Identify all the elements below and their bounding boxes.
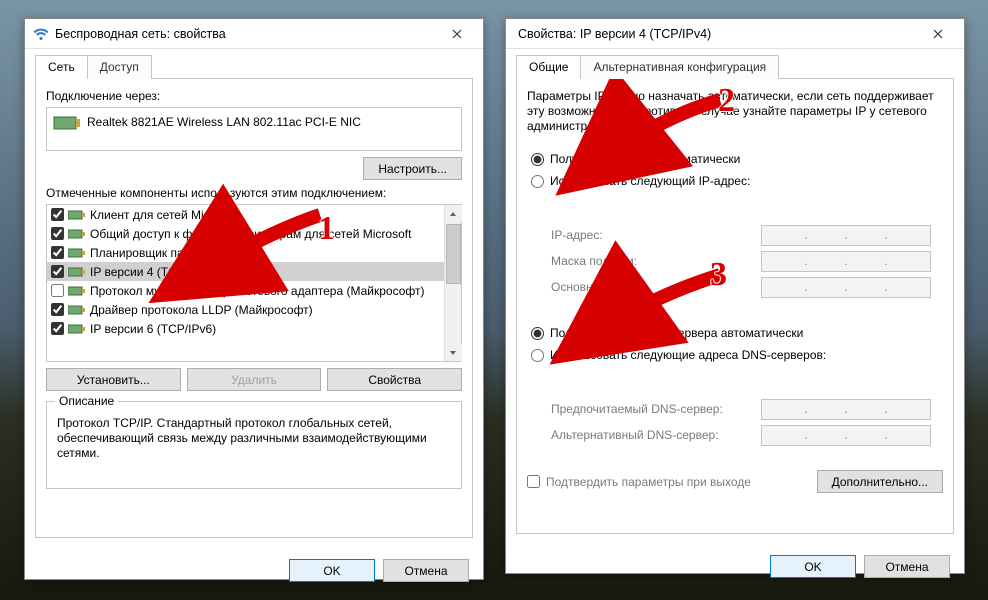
- remove-button[interactable]: Удалить: [187, 368, 322, 391]
- annotation-2: 2: [718, 82, 735, 120]
- radio-dns-auto-label: Получить адрес DNS-сервера автоматически: [550, 326, 803, 340]
- gateway-label: Основной шлюз:: [551, 280, 761, 294]
- window-ipv4-properties: Свойства: IP версии 4 (TCP/IPv4) Общие А…: [505, 18, 965, 574]
- radio-ip-auto[interactable]: [531, 153, 544, 166]
- dns-alt-label: Альтернативный DNS-сервер:: [551, 428, 761, 442]
- dns-pref-label: Предпочитаемый DNS-сервер:: [551, 402, 761, 416]
- nic-icon: [53, 112, 81, 134]
- component-checkbox[interactable]: [51, 303, 64, 316]
- adapter-name: Realtek 8821AE Wireless LAN 802.11ac PCI…: [87, 112, 361, 129]
- list-item[interactable]: Клиент для сетей Microsoft: [47, 205, 444, 224]
- titlebar[interactable]: Свойства: IP версии 4 (TCP/IPv4): [506, 19, 964, 49]
- ip-mode-group: Получить IP-адрес автоматически Использо…: [527, 148, 943, 202]
- dns-pref-input: ...: [761, 399, 931, 420]
- tabs: Сеть Доступ: [25, 49, 483, 79]
- list-item[interactable]: Общий доступ к файлам и принтерам для се…: [47, 224, 444, 243]
- subnet-label: Маска подсети:: [551, 254, 761, 268]
- component-label: Планировщик пакетов QoS: [90, 246, 241, 260]
- protocol-icon: [68, 246, 86, 260]
- scrollbar[interactable]: [444, 205, 461, 361]
- adapter-box[interactable]: Realtek 8821AE Wireless LAN 802.11ac PCI…: [46, 107, 462, 151]
- components-list[interactable]: Клиент для сетей Microsoft Общий доступ к…: [46, 204, 462, 362]
- protocol-icon: [68, 303, 86, 317]
- ip-fields: IP-адрес: ... Маска подсети: ... Основно…: [527, 214, 943, 310]
- component-checkbox[interactable]: [51, 208, 64, 221]
- tab-alt-config[interactable]: Альтернативная конфигурация: [580, 55, 779, 79]
- component-label: IP версии 6 (TCP/IPv6): [90, 322, 216, 336]
- tab-body: Подключение через: Realtek 8821AE Wirele…: [35, 78, 473, 538]
- radio-dns-auto[interactable]: [531, 327, 544, 340]
- scroll-down-icon[interactable]: [445, 344, 462, 361]
- description-text: Протокол TCP/IP. Стандартный протокол гл…: [57, 416, 451, 461]
- cancel-button[interactable]: Отмена: [864, 555, 950, 578]
- radio-dns-manual-label: Использовать следующие адреса DNS-сервер…: [550, 348, 826, 362]
- titlebar[interactable]: Беспроводная сеть: свойства: [25, 19, 483, 49]
- connection-via-label: Подключение через:: [46, 89, 462, 103]
- annotation-3: 3: [710, 256, 727, 294]
- description-caption: Описание: [55, 394, 118, 408]
- component-label: Драйвер протокола LLDP (Майкрософт): [90, 303, 313, 317]
- tab-body: Параметры IP можно назначать автоматичес…: [516, 78, 954, 534]
- close-button[interactable]: [437, 20, 477, 48]
- component-checkbox[interactable]: [51, 246, 64, 259]
- list-item[interactable]: Драйвер протокола LLDP (Майкрософт): [47, 300, 444, 319]
- protocol-icon: [68, 208, 86, 222]
- radio-dns-manual[interactable]: [531, 349, 544, 362]
- info-text: Параметры IP можно назначать автоматичес…: [527, 89, 943, 134]
- component-checkbox[interactable]: [51, 227, 64, 240]
- cancel-button[interactable]: Отмена: [383, 559, 469, 582]
- scroll-thumb[interactable]: [446, 224, 461, 284]
- install-button[interactable]: Установить...: [46, 368, 181, 391]
- components-label: Отмеченные компоненты используются этим …: [46, 186, 462, 200]
- list-item[interactable]: IP версии 4 (TCP/IPv4): [47, 262, 444, 281]
- dns-fields: Предпочитаемый DNS-сервер: ... Альтернат…: [527, 388, 943, 458]
- protocol-icon: [68, 322, 86, 336]
- dns-mode-group: Получить адрес DNS-сервера автоматически…: [527, 322, 943, 376]
- protocol-icon: [68, 227, 86, 241]
- confirm-on-exit-checkbox[interactable]: [527, 475, 540, 488]
- component-label: Общий доступ к файлам и принтерам для се…: [90, 227, 411, 241]
- scroll-up-icon[interactable]: [445, 205, 462, 222]
- properties-button[interactable]: Свойства: [327, 368, 462, 391]
- gateway-input: ...: [761, 277, 931, 298]
- subnet-input: ...: [761, 251, 931, 272]
- dns-alt-input: ...: [761, 425, 931, 446]
- list-item[interactable]: IP версии 6 (TCP/IPv6): [47, 319, 444, 338]
- close-button[interactable]: [918, 20, 958, 48]
- component-checkbox[interactable]: [51, 284, 64, 297]
- component-label: Протокол мультиплексора сетевого адаптер…: [90, 284, 424, 298]
- tab-general[interactable]: Общие: [516, 55, 581, 79]
- tab-network[interactable]: Сеть: [35, 55, 88, 79]
- ok-button[interactable]: OK: [770, 555, 856, 578]
- tabs: Общие Альтернативная конфигурация: [506, 49, 964, 79]
- annotation-1: 1: [318, 210, 335, 248]
- description-group: Описание Протокол TCP/IP. Стандартный пр…: [46, 401, 462, 489]
- dialog-buttons: OK Отмена: [506, 545, 964, 592]
- protocol-icon: [68, 265, 86, 279]
- wifi-icon: [33, 26, 49, 42]
- tab-access[interactable]: Доступ: [87, 55, 152, 79]
- ip-address-label: IP-адрес:: [551, 228, 761, 242]
- ok-button[interactable]: OK: [289, 559, 375, 582]
- radio-ip-manual-label: Использовать следующий IP-адрес:: [550, 174, 750, 188]
- component-label: IP версии 4 (TCP/IPv4): [90, 265, 216, 279]
- component-label: Клиент для сетей Microsoft: [90, 208, 240, 222]
- list-item[interactable]: Планировщик пакетов QoS: [47, 243, 444, 262]
- list-item[interactable]: Протокол мультиплексора сетевого адаптер…: [47, 281, 444, 300]
- radio-ip-manual[interactable]: [531, 175, 544, 188]
- window-title: Свойства: IP версии 4 (TCP/IPv4): [514, 27, 918, 41]
- component-checkbox[interactable]: [51, 322, 64, 335]
- dialog-buttons: OK Отмена: [25, 549, 483, 596]
- ip-address-input: ...: [761, 225, 931, 246]
- window-network-properties: Беспроводная сеть: свойства Сеть Доступ …: [24, 18, 484, 580]
- window-title: Беспроводная сеть: свойства: [55, 27, 437, 41]
- radio-ip-auto-label: Получить IP-адрес автоматически: [550, 152, 740, 166]
- advanced-button[interactable]: Дополнительно...: [817, 470, 943, 493]
- component-checkbox[interactable]: [51, 265, 64, 278]
- configure-button[interactable]: Настроить...: [363, 157, 462, 180]
- protocol-icon: [68, 284, 86, 298]
- confirm-on-exit-label: Подтвердить параметры при выходе: [546, 475, 751, 489]
